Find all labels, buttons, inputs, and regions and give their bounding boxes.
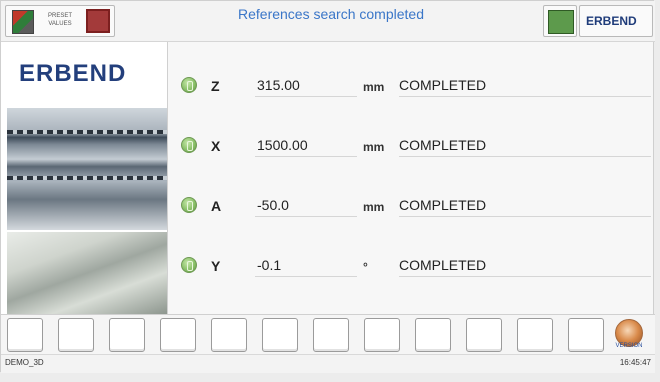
axis-row-y: Y -0.1 ° COMPLETED — [167, 250, 655, 300]
green-status-button[interactable] — [543, 5, 577, 37]
axis-unit: mm — [363, 80, 385, 94]
red-stop-icon — [86, 9, 110, 33]
axis-status: COMPLETED — [399, 74, 651, 97]
function-key-3[interactable] — [109, 318, 145, 352]
axis-value[interactable]: -0.1 — [255, 254, 357, 277]
machine-screen: PRESET VALUES References search complete… — [0, 0, 655, 373]
function-key-6[interactable] — [262, 318, 298, 352]
version-label: VERSION — [615, 343, 643, 349]
axis-ok-icon — [181, 197, 197, 213]
axis-ok-icon — [181, 77, 197, 93]
function-key-1[interactable] — [7, 318, 43, 352]
axes-panel: Z 315.00 mm COMPLETED X 1500.00 mm COMPL… — [167, 42, 655, 314]
axis-value[interactable]: -50.0 — [255, 194, 357, 217]
version-button[interactable]: VERSION — [611, 317, 647, 351]
top-toolbar: PRESET VALUES References search complete… — [1, 1, 655, 42]
axis-row-z: Z 315.00 mm COMPLETED — [167, 70, 655, 120]
function-key-8[interactable] — [364, 318, 400, 352]
logo-button[interactable]: ERBEND — [579, 5, 653, 37]
function-key-4[interactable] — [160, 318, 196, 352]
function-key-7[interactable] — [313, 318, 349, 352]
brand-panel: ERBEND — [1, 42, 168, 314]
brand-logo: ERBEND — [19, 60, 127, 87]
function-key-12[interactable] — [568, 318, 604, 352]
axis-ok-icon — [181, 257, 197, 273]
axis-name: X — [211, 138, 221, 154]
tool-slot — [7, 176, 167, 180]
axis-value[interactable]: 315.00 — [255, 74, 357, 97]
axis-unit: mm — [363, 140, 385, 154]
preset-values-label: PRESET VALUES — [47, 13, 72, 27]
axis-ok-icon — [181, 137, 197, 153]
function-key-9[interactable] — [415, 318, 451, 352]
axis-status: COMPLETED — [399, 194, 651, 217]
clock: 16:45:47 — [619, 358, 651, 367]
function-key-2[interactable] — [58, 318, 94, 352]
axis-row-x: X 1500.00 mm COMPLETED — [167, 130, 655, 180]
logo-small: ERBEND — [586, 14, 637, 28]
axis-status: COMPLETED — [399, 134, 651, 157]
status-message: References search completed — [238, 6, 424, 22]
function-key-11[interactable] — [517, 318, 553, 352]
axis-value[interactable]: 1500.00 — [255, 134, 357, 157]
function-key-bar: VERSION — [1, 314, 655, 355]
tooling-photo — [7, 232, 167, 314]
axis-name: Y — [211, 258, 221, 274]
green-indicator-icon — [548, 10, 574, 34]
tool-slot — [7, 130, 167, 134]
axis-row-a: A -50.0 mm COMPLETED — [167, 190, 655, 240]
axis-status: COMPLETED — [399, 254, 651, 277]
status-bar: DEMO_3D 16:45:47 — [1, 354, 655, 373]
axis-name: Z — [211, 78, 220, 94]
function-key-10[interactable] — [466, 318, 502, 352]
axis-name: A — [211, 198, 222, 214]
function-key-5[interactable] — [211, 318, 247, 352]
program-name: DEMO_3D — [5, 358, 44, 367]
machine-icon — [12, 10, 34, 34]
axis-unit: mm — [363, 200, 385, 214]
axis-unit: ° — [363, 260, 368, 274]
press-brake-photo — [7, 108, 167, 230]
preset-values-button[interactable]: PRESET VALUES — [5, 5, 115, 37]
